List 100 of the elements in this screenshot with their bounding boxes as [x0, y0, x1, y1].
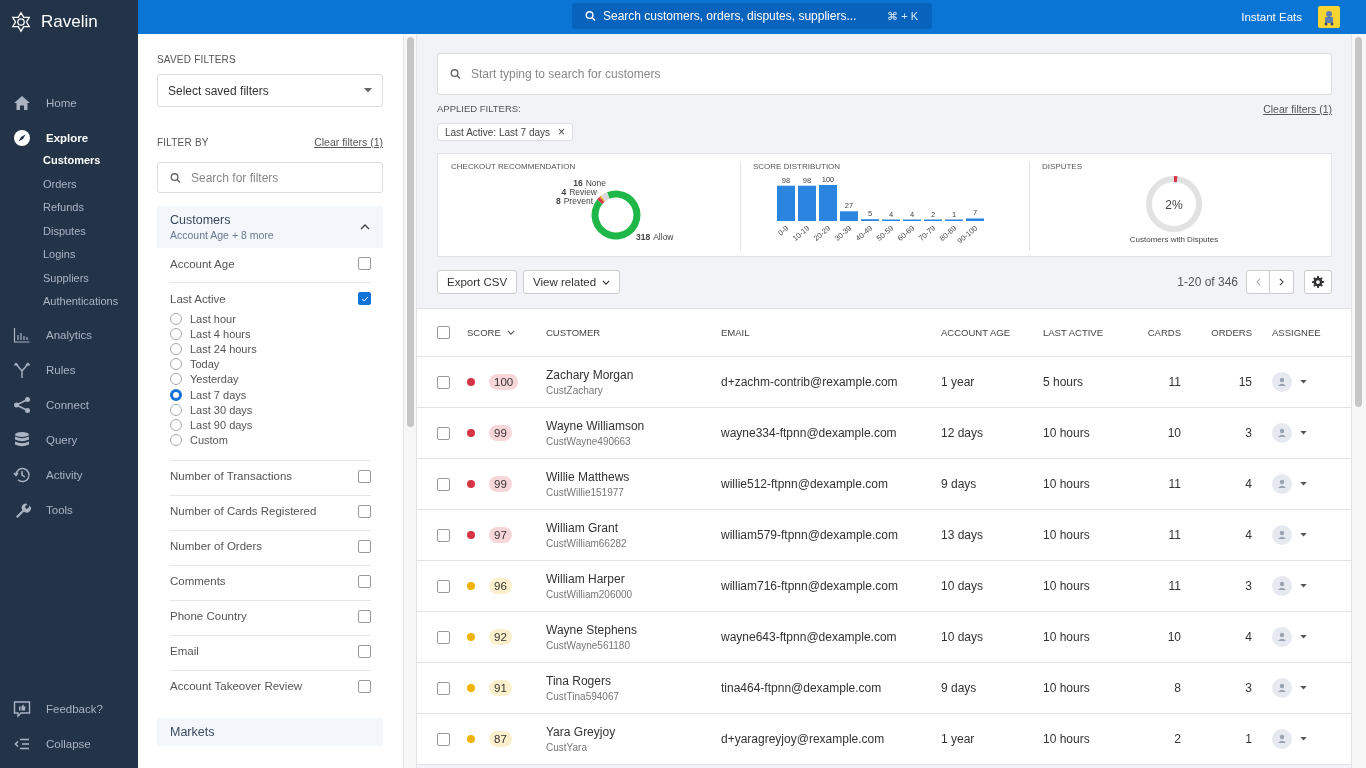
settings-button[interactable] [1304, 270, 1332, 294]
customer-id: CustYara [546, 742, 588, 753]
bar [798, 185, 816, 221]
row-checkbox[interactable] [437, 630, 450, 644]
view-related-button[interactable]: View related [523, 270, 621, 294]
checkbox[interactable] [358, 574, 371, 588]
table-cell-text: willie512-ftpnn@dexample.com [721, 477, 889, 491]
slice-value: 8 [555, 196, 561, 206]
customer-id: CustZachary [546, 385, 604, 396]
select-all-checkbox[interactable] [437, 326, 450, 339]
nav-subitem[interactable]: Authentications [43, 290, 138, 314]
table-cell-text: 10 days [941, 630, 985, 644]
compass-icon [13, 128, 31, 147]
clear-filters-link[interactable]: Clear filters (1) [1263, 103, 1332, 115]
store-avatar-icon[interactable] [1318, 6, 1340, 28]
column-header: CARDS [1147, 327, 1181, 338]
table-cell-text: tina464-ftpnn@dexample.com [721, 681, 883, 695]
previous-page-button[interactable] [1246, 270, 1270, 294]
row-checkbox[interactable] [437, 477, 450, 491]
table-cell-text: william716-ftpnn@dexample.com [721, 579, 899, 593]
table-cell: 3 [1245, 579, 1252, 593]
customer-name[interactable]: Wayne Williamson [546, 419, 721, 433]
radio-option[interactable]: Last 90 days [170, 417, 371, 433]
filter-group-header[interactable]: Customers Account Age + 8 more [157, 206, 383, 248]
checkbox[interactable] [358, 609, 371, 623]
nav-item[interactable]: Collapse [0, 726, 138, 761]
person-avatar-icon [1272, 678, 1292, 698]
score-badge: 99 [489, 476, 512, 492]
table-cell: 4 [1245, 630, 1252, 644]
analytics-icon [13, 326, 31, 344]
bar [819, 185, 837, 221]
radio-option[interactable]: Last 30 days [170, 402, 371, 418]
table-cell-text: 5 hours [1043, 375, 1085, 389]
row-checkbox[interactable] [437, 528, 450, 542]
filter-group-header[interactable]: Markets [157, 717, 383, 746]
radio-option[interactable]: Today [170, 356, 371, 372]
row-checkbox[interactable] [437, 375, 450, 389]
customer-id: CustTina594067 [546, 691, 620, 702]
customer-search-field[interactable]: Start typing to search for customers [437, 53, 1332, 95]
radio-option[interactable]: Yesterday [170, 371, 371, 387]
chart-title: DISPUTES [1041, 162, 1082, 171]
nav-subitem[interactable]: Suppliers [43, 266, 138, 290]
radio-option[interactable]: Custom [170, 432, 371, 448]
column-header[interactable]: SCORE [467, 327, 546, 338]
checkbox[interactable] [358, 644, 371, 658]
nav-item[interactable]: Home [0, 85, 138, 120]
table-cell-text: 10 hours [1043, 732, 1091, 746]
radio-option[interactable]: Last 24 hours [170, 341, 371, 357]
export-csv-button[interactable]: Export CSV [437, 270, 518, 294]
section-heading: FILTER BY [157, 136, 209, 148]
nav-item[interactable]: Rules [0, 352, 138, 388]
row-checkbox[interactable] [437, 579, 450, 593]
remove-icon[interactable]: × [558, 125, 566, 139]
row-checkbox[interactable] [437, 426, 450, 440]
filter-chip[interactable]: Last Active: Last 7 days × [437, 123, 574, 141]
person-avatar-icon [1272, 576, 1292, 596]
nav-item[interactable]: Query [0, 422, 138, 458]
checkbox[interactable] [358, 469, 371, 483]
customer-name[interactable]: William Harper [546, 572, 721, 586]
radio-option[interactable]: Last 4 hours [170, 326, 371, 342]
brand-name: Ravelin [41, 12, 98, 32]
scrollbar-thumb[interactable] [407, 37, 414, 427]
customer-name[interactable]: Yara Greyjoy [546, 725, 721, 739]
checkbox[interactable] [358, 539, 371, 553]
table-cell: 4 [1245, 528, 1252, 542]
nav-item[interactable]: Tools [0, 492, 138, 528]
row-checkbox[interactable] [437, 681, 450, 695]
radio-option[interactable]: Last 7 days [170, 386, 371, 403]
radio-option[interactable]: Last hour [170, 311, 371, 327]
customer-name[interactable]: Wayne Stephens [546, 623, 721, 637]
clear-filters-link[interactable]: Clear filters (1) [314, 136, 383, 148]
saved-filters-dropdown[interactable]: Select saved filters [157, 74, 383, 107]
person-avatar-icon [1272, 627, 1292, 647]
filter-search-field[interactable]: Search for filters [157, 162, 383, 193]
customer-name[interactable]: Willie Matthews [546, 470, 721, 484]
column-header: EMAIL [721, 327, 751, 338]
nav-item[interactable]: Connect [0, 387, 138, 423]
checkbox[interactable] [358, 292, 371, 305]
checkbox[interactable] [358, 257, 371, 270]
nav-item[interactable]: Analytics [0, 317, 138, 353]
checkbox[interactable] [358, 679, 371, 693]
nav-item[interactable]: Feedback? [0, 691, 138, 726]
person-avatar-icon [1272, 474, 1292, 494]
next-page-button[interactable] [1270, 270, 1294, 294]
nav-subitem[interactable]: Disputes [43, 219, 138, 243]
nav-item[interactable]: Activity [0, 457, 138, 493]
table-cell-text: 9 days [941, 681, 978, 695]
customer-name[interactable]: William Grant [546, 521, 721, 535]
checkbox[interactable] [358, 504, 371, 518]
nav-subitem[interactable]: Orders [43, 172, 138, 196]
scrollbar-thumb[interactable] [1355, 37, 1362, 407]
home-icon [13, 93, 31, 112]
customer-id: CustWayne490663 [546, 436, 632, 447]
column-header: ORDERS [1211, 327, 1252, 338]
row-checkbox[interactable] [437, 732, 450, 746]
customer-name[interactable]: Zachary Morgan [546, 368, 721, 382]
nav-subitem[interactable]: Refunds [43, 196, 138, 220]
table-cell: 4 [1245, 477, 1252, 491]
customer-name[interactable]: Tina Rogers [546, 674, 721, 688]
nav-subitem[interactable]: Logins [43, 243, 138, 267]
